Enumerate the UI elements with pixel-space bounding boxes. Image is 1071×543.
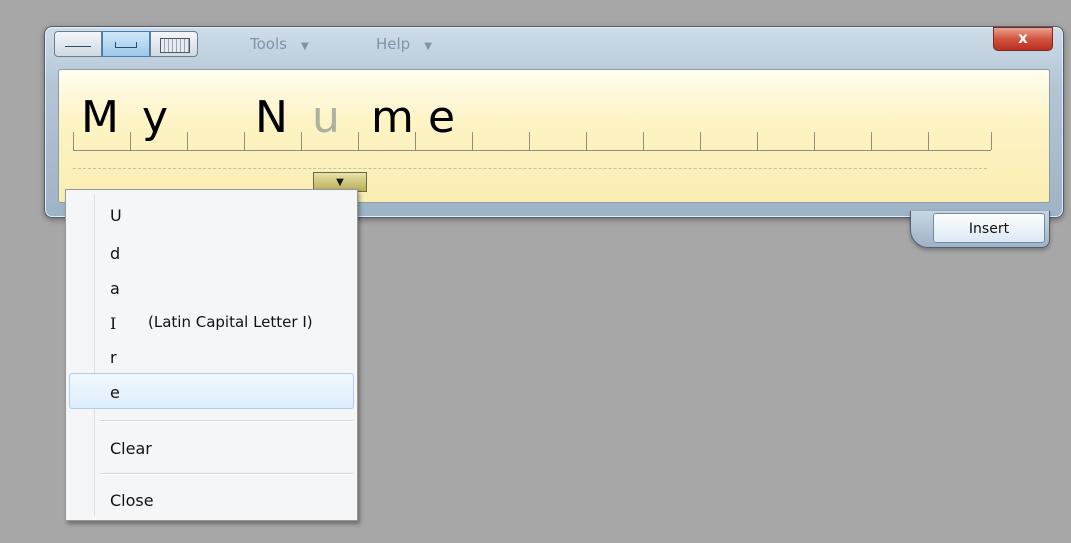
input-mode-tabs [54,31,198,57]
menu-gutter [94,194,95,516]
insert-tab: Insert [910,211,1050,248]
menu-separator [100,420,353,422]
menu-item-alternate[interactable]: d [110,244,120,263]
menu-item-alternate[interactable]: I [110,314,116,333]
char-cell[interactable]: y [142,96,168,140]
tools-menu[interactable]: Tools ▼ [250,35,309,53]
insert-button[interactable]: Insert [933,213,1045,243]
char-cell[interactable]: N [255,96,288,140]
help-menu-label: Help [376,35,411,53]
character-pad-icon [115,42,137,48]
chevron-down-icon: ▼ [424,41,432,52]
character-cells: M y N u m e [59,70,1049,202]
menu-item-hint: (Latin Capital Letter I) [148,313,313,331]
char-cell[interactable]: m [371,96,414,140]
keyboard-icon [160,38,190,53]
menu-item-alternate[interactable]: a [110,279,120,298]
chevron-down-icon: ▼ [300,41,309,52]
character-pad[interactable]: M y N u m e ▼ [58,69,1050,203]
writing-pad-icon [65,46,91,47]
menu-separator [100,473,353,475]
char-cell[interactable]: M [81,96,119,140]
chevron-down-icon: ▼ [336,177,344,188]
alternates-menu: U d a I (Latin Capital Letter I) r e Cle… [65,189,358,521]
writing-pad-tab[interactable] [54,31,102,57]
char-cell[interactable]: e [428,96,455,140]
menu-item-alternate-selected[interactable]: e [110,383,120,402]
menu-item-alternate[interactable]: U [110,206,122,225]
close-button[interactable]: x [993,27,1053,51]
help-menu[interactable]: Help ▼ [376,35,432,53]
tools-menu-label: Tools [250,35,287,53]
guide-line [73,168,987,169]
menu-item-close[interactable]: Close [110,491,154,510]
character-pad-tab[interactable] [102,31,150,57]
baseline [73,150,991,151]
menu-item-alternate[interactable]: r [110,348,117,367]
menu-item-clear[interactable]: Clear [110,439,152,458]
char-cell-corrected[interactable]: u [312,96,340,140]
keyboard-tab[interactable] [150,31,198,57]
